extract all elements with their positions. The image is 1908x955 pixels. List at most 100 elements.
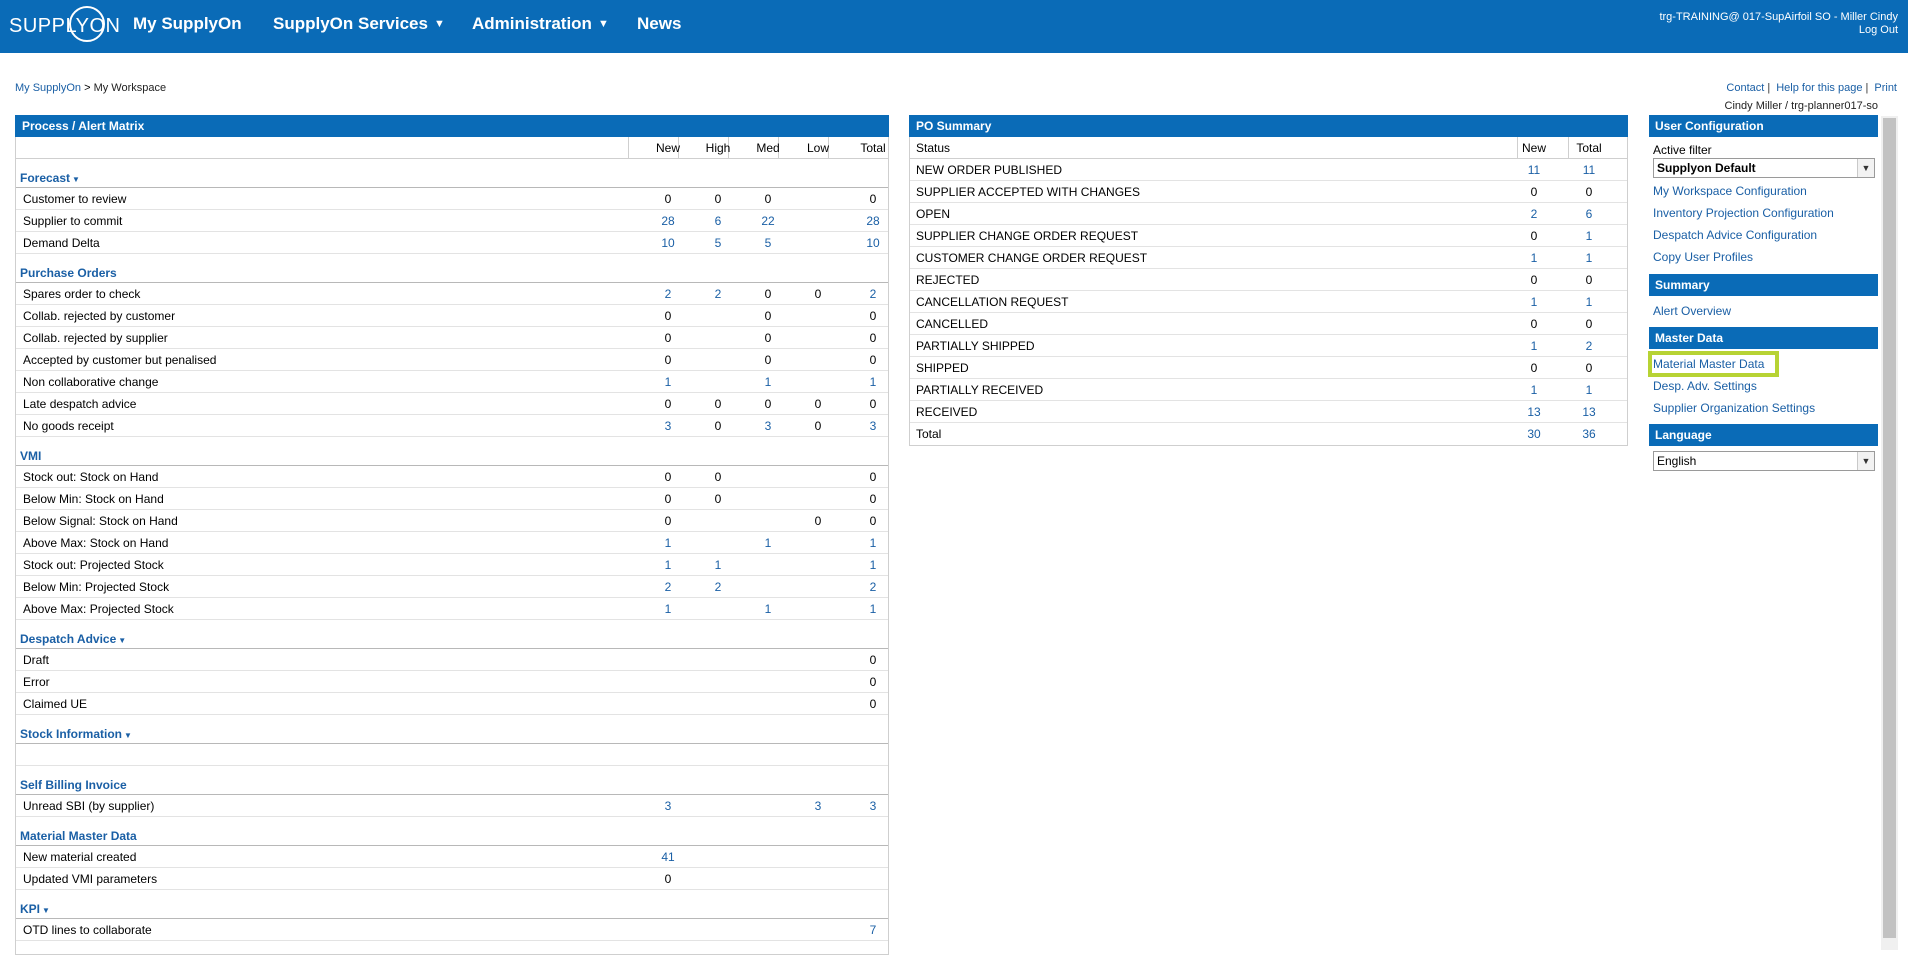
section-title-link[interactable]: KPI ▼ [20, 902, 50, 916]
breadcrumb-current: My Workspace [93, 82, 167, 94]
po-total-count[interactable]: 36 [1564, 427, 1614, 441]
cell-new[interactable]: 2 [643, 580, 693, 594]
cell-new[interactable]: 41 [643, 850, 693, 864]
cell-high[interactable]: 2 [693, 287, 743, 301]
cell-total[interactable]: 1 [848, 602, 898, 616]
material-master-data-link[interactable]: Material Master Data [1647, 351, 1780, 377]
cell-med: 0 [764, 331, 772, 345]
po-new-count[interactable]: 1 [1509, 339, 1559, 353]
my-workspace-configuration-link[interactable]: My Workspace Configuration [1649, 180, 1878, 202]
matrix-row: Error 0 [16, 671, 888, 693]
cell-high[interactable]: 1 [693, 558, 743, 572]
dropdown-arrow-icon[interactable]: ▼ [72, 175, 80, 184]
cell-new[interactable]: 1 [643, 558, 693, 572]
cell-new[interactable]: 10 [643, 236, 693, 250]
cell-total[interactable]: 1 [848, 375, 898, 389]
po-body: NEW ORDER PUBLISHED 11 11 SUPPLIER ACCEPTED… [910, 159, 1627, 445]
cell-new[interactable]: 3 [643, 419, 693, 433]
print-link[interactable]: Print [1874, 82, 1897, 94]
breadcrumb-my-supplyon[interactable]: My SupplyOn [15, 82, 81, 94]
cell-total[interactable]: 3 [848, 419, 898, 433]
nav-administration[interactable]: Administration ▼ [472, 14, 609, 34]
scrollbar-thumb[interactable] [1883, 118, 1896, 938]
po-new-count[interactable]: 2 [1509, 207, 1559, 221]
cell-med[interactable]: 1 [743, 536, 793, 550]
chevron-down-icon: ▼ [1857, 452, 1874, 470]
cell-new[interactable]: 1 [643, 375, 693, 389]
cell-total[interactable]: 2 [848, 287, 898, 301]
po-new-count[interactable]: 1 [1509, 383, 1559, 397]
logout-link[interactable]: Log Out [1659, 24, 1898, 37]
active-filter-value: Supplyon Default [1657, 161, 1756, 175]
help-link[interactable]: Help for this page [1776, 82, 1862, 94]
cell-total[interactable]: 1 [848, 536, 898, 550]
po-total-count[interactable]: 1 [1564, 229, 1614, 243]
cell-new: 0 [664, 492, 672, 506]
po-new-count[interactable]: 1 [1509, 295, 1559, 309]
cell-med[interactable]: 1 [743, 602, 793, 616]
cell-med[interactable]: 22 [743, 214, 793, 228]
section-title-link[interactable]: VMI [20, 449, 41, 463]
section-title-link[interactable]: Stock Information ▼ [20, 727, 132, 741]
po-new-count[interactable]: 13 [1509, 405, 1559, 419]
cell-total[interactable]: 7 [848, 923, 898, 937]
po-total-count[interactable]: 11 [1564, 163, 1614, 177]
cell-total[interactable]: 1 [848, 558, 898, 572]
cell-new[interactable]: 2 [643, 287, 693, 301]
section-title-link[interactable]: Material Master Data [20, 829, 137, 843]
cell-new[interactable]: 28 [643, 214, 693, 228]
page-scrollbar[interactable] [1881, 116, 1898, 950]
po-summary-title: PO Summary [909, 115, 1628, 137]
desp-adv-settings-link[interactable]: Desp. Adv. Settings [1649, 375, 1878, 397]
cell-med[interactable]: 1 [743, 375, 793, 389]
cell-total[interactable]: 10 [848, 236, 898, 250]
cell-new[interactable]: 1 [643, 602, 693, 616]
cell-total[interactable]: 3 [848, 799, 898, 813]
po-total-count[interactable]: 13 [1564, 405, 1614, 419]
matrix-section-header: Stock Information ▼ [16, 715, 888, 744]
alert-overview-link[interactable]: Alert Overview [1649, 300, 1878, 322]
dropdown-arrow-icon[interactable]: ▼ [42, 906, 50, 915]
matrix-row: Non collaborative change 1 1 1 [16, 371, 888, 393]
po-row: NEW ORDER PUBLISHED 11 11 [910, 159, 1627, 181]
cell-total[interactable]: 28 [848, 214, 898, 228]
po-total-count[interactable]: 1 [1564, 295, 1614, 309]
nav-news[interactable]: News [637, 14, 681, 34]
active-filter-select[interactable]: Supplyon Default ▼ [1653, 158, 1875, 178]
contact-link[interactable]: Contact [1726, 82, 1764, 94]
nav-supplyon-services[interactable]: SupplyOn Services ▼ [273, 14, 445, 34]
nav-my-supplyon[interactable]: My SupplyOn [133, 14, 242, 34]
cell-total[interactable]: 2 [848, 580, 898, 594]
cell-high[interactable]: 6 [693, 214, 743, 228]
copy-user-profiles-link[interactable]: Copy User Profiles [1649, 246, 1878, 268]
dropdown-arrow-icon[interactable]: ▼ [124, 731, 132, 740]
po-new-count[interactable]: 11 [1509, 163, 1559, 177]
inventory-projection-configuration-link[interactable]: Inventory Projection Configuration [1649, 202, 1878, 224]
language-select[interactable]: English ▼ [1653, 451, 1875, 471]
po-total-count[interactable]: 1 [1564, 251, 1614, 265]
cell-high[interactable]: 5 [693, 236, 743, 250]
po-new-count[interactable]: 30 [1509, 427, 1559, 441]
cell-med[interactable]: 5 [743, 236, 793, 250]
po-new-count[interactable]: 1 [1509, 251, 1559, 265]
section-title-link[interactable]: Self Billing Invoice [20, 778, 127, 792]
po-total-count[interactable]: 2 [1564, 339, 1614, 353]
col-header-new: New [1521, 141, 1546, 155]
po-total-count[interactable]: 1 [1564, 383, 1614, 397]
section-title-link[interactable]: Purchase Orders [20, 266, 117, 280]
cell-new[interactable]: 3 [643, 799, 693, 813]
supplyon-logo[interactable]: SUPPLYON [9, 6, 120, 44]
logo-ring-icon [69, 6, 105, 42]
cell-high: 0 [714, 470, 722, 484]
po-total-count[interactable]: 6 [1564, 207, 1614, 221]
section-title-link[interactable]: Forecast ▼ [20, 171, 80, 185]
section-title-link[interactable]: Despatch Advice ▼ [20, 632, 126, 646]
dropdown-arrow-icon[interactable]: ▼ [118, 636, 126, 645]
cell-high[interactable]: 2 [693, 580, 743, 594]
cell-new[interactable]: 1 [643, 536, 693, 550]
po-row: OPEN 2 6 [910, 203, 1627, 225]
despatch-advice-configuration-link[interactable]: Despatch Advice Configuration [1649, 224, 1878, 246]
cell-low[interactable]: 3 [793, 799, 843, 813]
cell-med[interactable]: 3 [743, 419, 793, 433]
supplier-organization-settings-link[interactable]: Supplier Organization Settings [1649, 397, 1878, 419]
